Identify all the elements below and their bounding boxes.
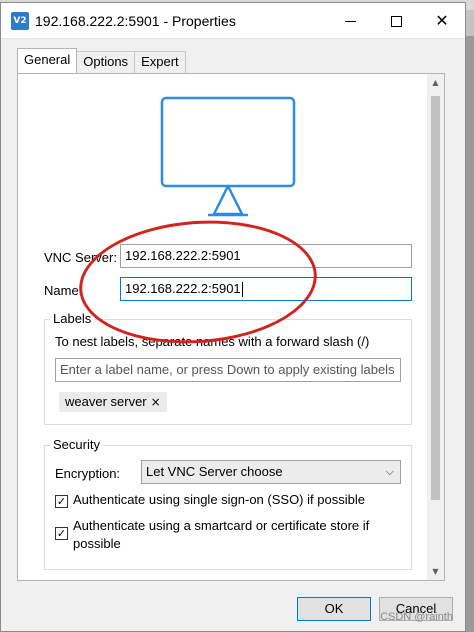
monitor-icon — [160, 96, 296, 217]
close-icon: ✕ — [435, 11, 449, 30]
close-button[interactable]: ✕ — [419, 3, 465, 39]
sso-checkbox[interactable]: ✓ — [55, 495, 68, 508]
watermark-text: CSDN @rainth — [380, 611, 453, 623]
minimize-button[interactable] — [327, 3, 373, 39]
properties-dialog: V2 192.168.222.2:5901 - Properties ✕ Gen… — [0, 2, 466, 632]
tab-options[interactable]: Options — [76, 51, 136, 73]
scroll-down-icon[interactable]: ▼ — [427, 563, 444, 580]
security-group: Security Encryption: Let VNC Server choo… — [44, 437, 412, 570]
name-label: Name: — [44, 283, 83, 298]
window-title: 192.168.222.2:5901 - Properties — [35, 13, 236, 29]
maximize-icon — [390, 15, 402, 27]
encryption-select-value: Let VNC Server choose — [146, 464, 283, 479]
chevron-down-icon: ⌵ — [385, 465, 394, 478]
vertical-scrollbar[interactable]: ▲ ▼ — [427, 74, 444, 580]
label-search-input[interactable]: Enter a label name, or press Down to app… — [55, 358, 401, 382]
tab-expert[interactable]: Expert — [134, 51, 186, 73]
vnc-app-icon: V2 — [11, 12, 29, 30]
maximize-button[interactable] — [373, 3, 419, 39]
encryption-label: Encryption: — [55, 466, 121, 481]
labels-group-title: Labels — [50, 311, 95, 326]
encryption-select[interactable]: Let VNC Server choose ⌵ — [141, 460, 401, 484]
checkmark-icon: ✓ — [56, 527, 67, 540]
ok-button[interactable]: OK — [297, 597, 371, 621]
checkmark-icon: ✓ — [56, 495, 67, 508]
security-group-title: Security — [50, 437, 103, 452]
label-chip: weaver server × — [59, 392, 167, 412]
smartcard-label-line1: Authenticate using a smartcard or certif… — [73, 518, 370, 533]
scroll-thumb[interactable] — [431, 96, 440, 500]
scroll-up-icon[interactable]: ▲ — [427, 74, 444, 91]
label-chip-text: weaver server — [65, 394, 147, 409]
minimize-icon — [344, 20, 356, 22]
tab-strip: General Options Expert — [17, 48, 186, 73]
smartcard-label-line2: possible — [73, 536, 121, 551]
sso-label: Authenticate using single sign-on (SSO) … — [73, 492, 365, 507]
tab-general[interactable]: General — [17, 48, 78, 73]
remove-label-icon[interactable]: × — [151, 395, 161, 409]
smartcard-checkbox[interactable]: ✓ — [55, 527, 68, 540]
title-bar[interactable]: V2 192.168.222.2:5901 - Properties ✕ — [1, 3, 465, 39]
